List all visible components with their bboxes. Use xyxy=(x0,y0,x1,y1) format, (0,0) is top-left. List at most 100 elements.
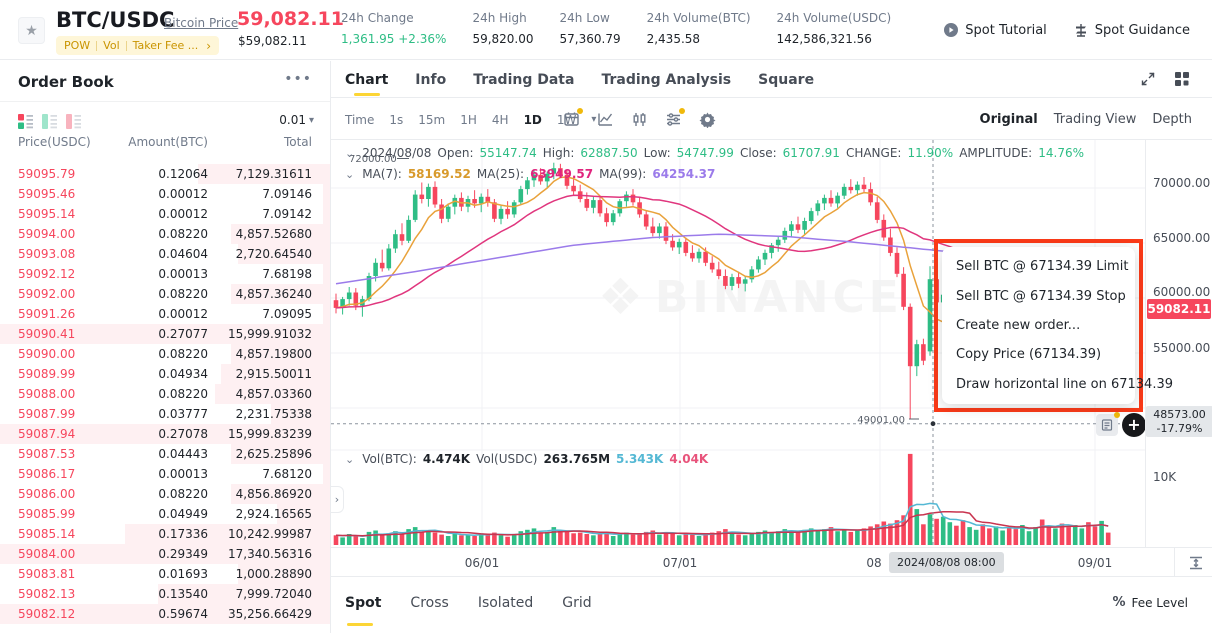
precision-dropdown[interactable]: 0.01 ▾ xyxy=(279,113,314,127)
crosshair-add-order-button[interactable]: + xyxy=(1122,413,1146,437)
favorite-star-button[interactable]: ★ xyxy=(18,17,45,44)
order-book-row[interactable]: 59086.170.000137.68120 xyxy=(0,464,330,484)
tab-spot[interactable]: Spot xyxy=(345,595,381,625)
interval-15m[interactable]: 15m xyxy=(418,113,445,127)
tab-trading-data[interactable]: Trading Data xyxy=(473,61,574,98)
order-book-row[interactable]: 59095.790.120647,129.31611 xyxy=(0,164,330,184)
order-book-row[interactable]: 59084.000.2934917,340.56316 xyxy=(0,544,330,564)
tab-cross[interactable]: Cross xyxy=(410,595,448,625)
precision-value: 0.01 xyxy=(279,113,306,127)
tab-grid[interactable]: Grid xyxy=(562,595,591,625)
order-book-row[interactable]: 59095.460.000127.09146 xyxy=(0,184,330,204)
interval-time[interactable]: Time xyxy=(345,113,374,127)
tab-isolated[interactable]: Isolated xyxy=(478,595,533,625)
spot-tutorial-link[interactable]: Spot Tutorial xyxy=(943,22,1046,38)
order-book-row[interactable]: 59090.410.2707715,999.91032 xyxy=(0,324,330,344)
book-mode-both-icon[interactable] xyxy=(18,114,33,129)
order-book-row[interactable]: 59082.130.135407,999.72040 xyxy=(0,584,330,604)
view-mode-original[interactable]: Original xyxy=(980,112,1038,127)
tab-trading-analysis[interactable]: Trading Analysis xyxy=(601,61,731,98)
interval-4h[interactable]: 4H xyxy=(492,113,509,127)
svg-text:72000.00: 72000.00 xyxy=(349,154,397,165)
order-book-row[interactable]: 59088.000.082204,857.03360 xyxy=(0,384,330,404)
ask-total: 15,999.83239 xyxy=(208,427,312,441)
context-menu-item-draw-horizontal-line-on-67134-39[interactable]: Draw horizontal line on 67134.39 xyxy=(942,370,1135,399)
context-menu-item-sell-btc-67134-39-stop[interactable]: Sell BTC @ 67134.39 Stop xyxy=(942,281,1135,310)
order-book-row[interactable]: 59090.000.082204,857.19800 xyxy=(0,344,330,364)
tab-square[interactable]: Square xyxy=(758,61,814,98)
collapse-orderbook-button[interactable]: › xyxy=(331,486,344,513)
ask-price: 59095.46 xyxy=(18,187,112,201)
line-chart-icon[interactable] xyxy=(597,111,614,128)
divider xyxy=(0,101,330,102)
ask-price: 59085.14 xyxy=(18,527,112,541)
order-book-row[interactable]: 59093.080.046042,720.64540 xyxy=(0,244,330,264)
order-book-more-button[interactable]: ••• xyxy=(284,71,312,87)
crosshair-order-tool-button[interactable] xyxy=(1096,414,1118,436)
tab-info[interactable]: Info xyxy=(415,61,446,98)
expand-icon[interactable] xyxy=(1140,71,1156,87)
pair-title: BTC/USDC xyxy=(56,8,174,32)
plus-icon: + xyxy=(1127,417,1140,433)
ask-price: 59086.17 xyxy=(18,467,112,481)
order-book-row[interactable]: 59087.940.2707815,999.83239 xyxy=(0,424,330,444)
tabs-row-icons xyxy=(1140,71,1190,87)
spot-guidance-link[interactable]: Spot Guidance xyxy=(1073,22,1190,38)
tag-separator xyxy=(96,41,97,51)
gear-icon[interactable] xyxy=(699,111,716,128)
context-menu-item-copy-price-67134-39[interactable]: Copy Price (67134.39) xyxy=(942,340,1135,369)
order-book-row[interactable]: 59092.120.000137.68198 xyxy=(0,264,330,284)
ask-amount: 0.03777 xyxy=(112,407,208,421)
indicators-icon[interactable] xyxy=(665,111,682,128)
order-book-row[interactable]: 59095.140.000127.09142 xyxy=(0,204,330,224)
candlestick-icon[interactable] xyxy=(631,111,648,128)
stat-24h-change: 24h Change1,361.95 +2.36% xyxy=(341,11,446,46)
order-book-row[interactable]: 59085.140.1733610,242.99987 xyxy=(0,524,330,544)
order-book-row[interactable]: 59082.120.5967435,256.66429 xyxy=(0,604,330,624)
order-book-row[interactable]: 59091.260.000127.09095 xyxy=(0,304,330,324)
interval-1h[interactable]: 1H xyxy=(460,113,477,127)
depth-bar xyxy=(323,204,330,224)
interval-1d[interactable]: 1D xyxy=(524,113,542,127)
interval-edit-icon[interactable] xyxy=(563,111,580,128)
order-book-row[interactable]: 59094.000.082204,857.52680 xyxy=(0,224,330,244)
ask-amount: 0.08220 xyxy=(112,347,208,361)
ask-amount: 0.08220 xyxy=(112,387,208,401)
pair-tags[interactable]: POWVolTaker Fee ...› xyxy=(56,36,219,55)
context-menu-item-create-new-order[interactable]: Create new order... xyxy=(942,311,1135,340)
layout-grid-icon[interactable] xyxy=(1174,71,1190,87)
interval-1s[interactable]: 1s xyxy=(389,113,403,127)
book-mode-buy-icon[interactable] xyxy=(42,114,57,129)
ask-amount: 0.00013 xyxy=(112,467,208,481)
stat-value: 2,435.58 xyxy=(647,32,751,46)
notification-dot xyxy=(679,108,685,114)
ask-amount: 0.27078 xyxy=(112,427,208,441)
pair-subtitle-link[interactable]: Bitcoin Price xyxy=(164,16,238,30)
order-book-row[interactable]: 59086.000.082204,856.86920 xyxy=(0,484,330,504)
price-axis[interactable]: 70000.0065000.0060000.0055000.00 59082.1… xyxy=(1145,140,1212,547)
volume-axis-label: 10K xyxy=(1153,470,1176,484)
order-book-row[interactable]: 59085.990.049492,924.16565 xyxy=(0,504,330,524)
fee-level-link[interactable]: % Fee Level xyxy=(1112,595,1188,610)
price-scale-icon[interactable] xyxy=(1180,552,1212,574)
order-book-row[interactable]: 59087.990.037772,231.75338 xyxy=(0,404,330,424)
order-book-row[interactable]: 59087.530.044432,625.25896 xyxy=(0,444,330,464)
chart-tabs-row: Chart Info Trading Data Trading Analysis Squ… xyxy=(331,61,1212,98)
order-book-row[interactable]: 59089.990.049342,915.50011 xyxy=(0,364,330,384)
view-mode-depth[interactable]: Depth xyxy=(1152,112,1192,127)
context-menu-item-sell-btc-67134-39-limit[interactable]: Sell BTC @ 67134.39 Limit xyxy=(942,252,1135,281)
ask-total: 7.68198 xyxy=(208,267,312,281)
ask-price: 59094.00 xyxy=(18,227,112,241)
book-mode-sell-icon[interactable] xyxy=(66,114,81,129)
time-tick-06-01: 06/01 xyxy=(465,556,500,570)
ask-amount: 0.13540 xyxy=(112,587,208,601)
stat-value: 1,361.95 +2.36% xyxy=(341,32,446,46)
last-price-badge: 59082.11 xyxy=(1147,299,1211,319)
tag-vol: Vol xyxy=(103,39,119,52)
ask-amount: 0.00013 xyxy=(112,267,208,281)
time-axis[interactable]: 06/0107/010809/01 2024/08/08 08:00 xyxy=(331,547,1212,576)
tab-chart[interactable]: Chart xyxy=(345,61,388,98)
order-book-row[interactable]: 59083.810.016931,000.28890 xyxy=(0,564,330,584)
order-book-row[interactable]: 59092.000.082204,857.36240 xyxy=(0,284,330,304)
view-mode-trading-view[interactable]: Trading View xyxy=(1054,112,1137,127)
